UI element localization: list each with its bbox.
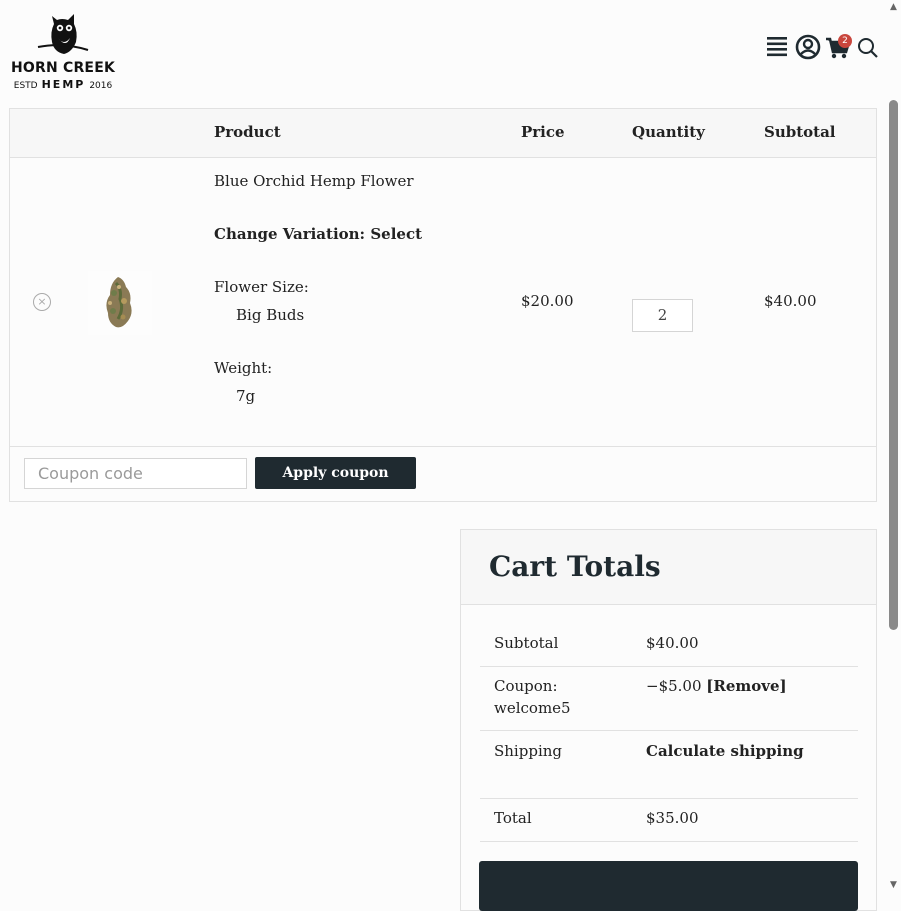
logo-subline: ESTD HEMP 2016 — [8, 78, 118, 91]
total-value: $35.00 — [646, 809, 699, 827]
col-subtotal: Subtotal — [764, 123, 836, 141]
coupon-label: Coupon: — [494, 677, 558, 695]
account-icon[interactable] — [795, 34, 821, 60]
owl-logo-icon — [37, 14, 89, 54]
totals-divider — [480, 730, 858, 731]
logo-estd: ESTD — [13, 81, 38, 91]
flower-size-value: Big Buds — [236, 306, 305, 324]
totals-divider — [480, 666, 858, 667]
item-subtotal: $40.00 — [764, 292, 817, 310]
hemp-flower-image — [106, 277, 132, 328]
cart-totals-header: Cart Totals — [461, 530, 876, 605]
item-price: $20.00 — [521, 292, 574, 310]
logo-year: 2016 — [89, 81, 113, 91]
logo-hemp: HEMP — [41, 78, 86, 91]
apply-coupon-button[interactable]: Apply coupon — [255, 457, 416, 489]
col-price: Price — [521, 123, 565, 141]
weight-label: Weight: — [214, 359, 273, 377]
coupon-code-input[interactable]: Coupon code — [24, 458, 247, 489]
menu-icon[interactable] — [765, 34, 791, 60]
col-product: Product — [214, 123, 281, 141]
scroll-up-arrow-icon[interactable]: ▲ — [886, 2, 901, 16]
product-thumbnail[interactable] — [88, 271, 152, 335]
coupon-discount-value: −$5.00 — [646, 677, 702, 695]
cart-table-header: Product Price Quantity Subtotal — [10, 109, 876, 158]
coupon-code: welcome5 — [494, 699, 571, 717]
coupon-discount: −$5.00 [Remove] — [646, 677, 787, 695]
logo-wordmark: HORN CREEK — [10, 60, 116, 76]
quantity-input[interactable]: 2 — [632, 299, 693, 332]
total-label: Total — [494, 809, 532, 827]
shipping-label: Shipping — [494, 742, 562, 760]
weight-value: 7g — [236, 387, 256, 405]
scroll-down-arrow-icon[interactable]: ▼ — [886, 880, 901, 894]
site-logo[interactable]: HORN CREEK ESTD HEMP 2016 — [8, 12, 120, 91]
totals-divider — [480, 841, 858, 842]
search-icon[interactable] — [856, 34, 882, 60]
cart-totals-panel: Cart Totals Subtotal $40.00 Coupon: welc… — [460, 529, 877, 911]
change-variation-link[interactable]: Change Variation: Select — [214, 225, 422, 243]
cart-count-badge: 2 — [838, 34, 852, 48]
proceed-to-checkout-button[interactable] — [479, 861, 858, 911]
col-quantity: Quantity — [632, 123, 705, 141]
remove-item-button[interactable]: × — [33, 293, 51, 311]
remove-coupon-link[interactable]: [Remove] — [706, 677, 786, 695]
product-name-link[interactable]: Blue Orchid Hemp Flower — [214, 172, 414, 190]
scrollbar-thumb[interactable] — [889, 100, 898, 630]
flower-size-label: Flower Size: — [214, 278, 309, 296]
subtotal-label: Subtotal — [494, 634, 559, 652]
row-divider — [10, 446, 876, 447]
totals-divider — [480, 798, 858, 799]
cart-table: Product Price Quantity Subtotal × Blue O… — [9, 108, 877, 502]
subtotal-value: $40.00 — [646, 634, 699, 652]
cart-totals-title: Cart Totals — [489, 550, 661, 583]
calculate-shipping-link[interactable]: Calculate shipping — [646, 742, 804, 760]
